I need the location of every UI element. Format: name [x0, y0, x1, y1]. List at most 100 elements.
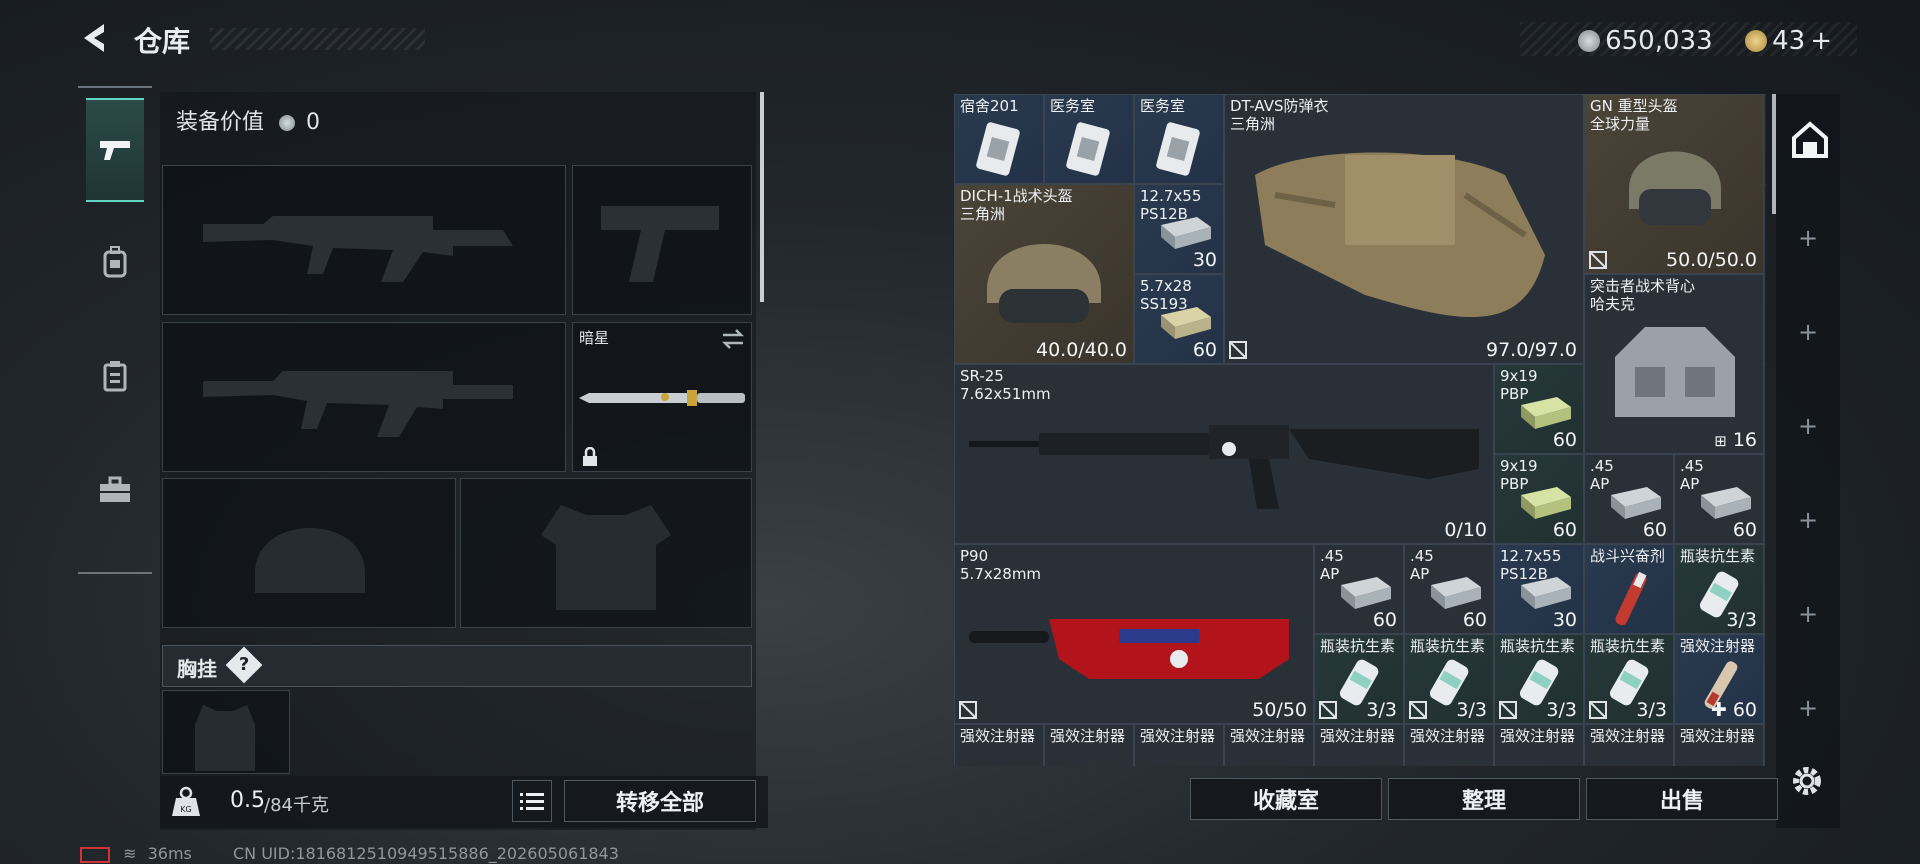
- grid-item-ammo[interactable]: 9x19 PBP 60: [1494, 454, 1584, 544]
- category-nav: [78, 86, 152, 574]
- ammo-box-icon: [1161, 307, 1211, 339]
- no-insure-icon: [1229, 341, 1247, 359]
- no-insure-icon: [1319, 701, 1337, 719]
- body-armor-icon: [1255, 152, 1545, 318]
- back-button[interactable]: [78, 20, 114, 56]
- primary-weapon-slot-2[interactable]: [162, 322, 566, 472]
- grid-item-vest[interactable]: 突击者战术背心 哈夫克 ⊞ 16: [1584, 274, 1764, 454]
- grid-item-ammo[interactable]: 5.7x28 SS193 60: [1134, 274, 1224, 364]
- grid-item[interactable]: 医务室: [1134, 94, 1224, 184]
- grid-item-medical[interactable]: 强效注射器: [1134, 724, 1224, 766]
- nav-weapons[interactable]: [86, 98, 144, 202]
- equipment-scrollbar[interactable]: [760, 92, 764, 302]
- grid-item-medical[interactable]: 战斗兴奋剂: [1584, 544, 1674, 634]
- grid-item-medical[interactable]: 强效注射器: [1044, 724, 1134, 766]
- helmet-silhouette-icon: [255, 528, 365, 593]
- grid-item-medical[interactable]: 瓶装抗生素 3/3: [1674, 544, 1764, 634]
- inventory-grid: 宿舍201 医务室 医务室 DT-AVS防弹衣 三角洲 97.0/97.0 GN…: [954, 94, 1766, 766]
- grid-item-medical[interactable]: 强效注射器: [954, 724, 1044, 766]
- nav-backpack[interactable]: [86, 212, 144, 312]
- primary-weapon-slot-1[interactable]: [162, 165, 566, 315]
- organize-button[interactable]: 整理: [1388, 778, 1580, 820]
- settings-button[interactable]: [1790, 764, 1824, 802]
- ammo-box-icon: [1161, 217, 1211, 249]
- grid-item-medical[interactable]: 强效注射器: [1584, 724, 1674, 766]
- grid-item-helmet[interactable]: DICH-1战术头盔 三角洲 40.0/40.0: [954, 184, 1134, 364]
- grid-item-medical[interactable]: 强效注射器: [1404, 724, 1494, 766]
- p90-smg-icon: [969, 619, 1289, 679]
- grid-item-medical[interactable]: 强效注射器: [1314, 724, 1404, 766]
- chest-rig-label: 胸挂: [177, 657, 217, 681]
- warehouse-icon: [1792, 121, 1828, 158]
- rifle-silhouette-icon: [203, 216, 513, 282]
- backpack-icon: [103, 246, 127, 278]
- grid-item-medical[interactable]: 瓶装抗生素 3/3: [1314, 634, 1404, 724]
- title-decoration: [210, 28, 425, 50]
- grid-item-medical[interactable]: 强效注射器: [1674, 724, 1764, 766]
- chest-rig-header: 胸挂 ?: [162, 645, 752, 687]
- currency2[interactable]: 43 +: [1745, 26, 1832, 56]
- grid-item-ammo[interactable]: 12.7x55 PS12B 30: [1494, 544, 1584, 634]
- add-storage-icon[interactable]: +: [1798, 506, 1818, 534]
- currency-add-icon[interactable]: +: [1810, 26, 1832, 56]
- list-view-button[interactable]: [512, 780, 552, 822]
- warehouse-tab[interactable]: [1790, 120, 1830, 164]
- status-bar: ≋ 36ms CN UID:1816812510949515886_202605…: [80, 844, 619, 863]
- grid-item-medical[interactable]: 瓶装抗生素 3/3: [1584, 634, 1674, 724]
- grid-item[interactable]: 医务室: [1044, 94, 1134, 184]
- chest-rig-slot[interactable]: [162, 690, 290, 774]
- no-insure-icon: [1589, 701, 1607, 719]
- grid-item-ammo[interactable]: .45 AP 60: [1674, 454, 1764, 544]
- nav-toolbox[interactable]: [86, 440, 144, 540]
- ammo-box-icon: [1701, 487, 1751, 519]
- grid-item-medical[interactable]: 瓶装抗生素 3/3: [1404, 634, 1494, 724]
- add-storage-icon[interactable]: +: [1798, 412, 1818, 440]
- grid-item-ammo[interactable]: 9x19 PBP 60: [1494, 364, 1584, 454]
- transfer-all-button[interactable]: 转移全部: [564, 780, 756, 822]
- add-storage-icon[interactable]: +: [1798, 318, 1818, 346]
- add-storage-icon[interactable]: +: [1798, 694, 1818, 722]
- nav-gear[interactable]: [86, 326, 144, 426]
- melee-name: 暗星: [579, 329, 610, 347]
- rifle-silhouette-icon: [203, 371, 513, 437]
- collection-room-button[interactable]: 收藏室: [1190, 778, 1382, 820]
- grid-item-ammo[interactable]: .45 AP 60: [1314, 544, 1404, 634]
- grid-item-ammo[interactable]: 12.7x55 PS12B 30: [1134, 184, 1224, 274]
- add-storage-icon[interactable]: +: [1798, 224, 1818, 252]
- grid-item-medical[interactable]: 瓶装抗生素 3/3: [1494, 634, 1584, 724]
- armor-slot[interactable]: [460, 478, 752, 628]
- no-insure-icon: [1409, 701, 1427, 719]
- ammo-box-icon: [1611, 487, 1661, 519]
- grid-item-medical[interactable]: 强效注射器: [1224, 724, 1314, 766]
- helmet-slot[interactable]: [162, 478, 456, 628]
- equipment-value-label: 装备价值: [176, 110, 265, 135]
- currency2-value: 43: [1772, 26, 1806, 56]
- grid-item-smg[interactable]: P90 5.7x28mm 50/50: [954, 544, 1314, 724]
- grid-item-rifle[interactable]: SR-25 7.62x51mm 0/10: [954, 364, 1494, 544]
- grid-item-armor[interactable]: DT-AVS防弹衣 三角洲 97.0/97.0: [1224, 94, 1584, 364]
- back-arrow-icon: [84, 24, 104, 52]
- toolbox-icon: [100, 476, 130, 502]
- sidearm-slot[interactable]: [572, 165, 752, 315]
- currency1-value: 650,033: [1605, 26, 1713, 56]
- grid-item[interactable]: 宿舍201: [954, 94, 1044, 184]
- help-icon[interactable]: ?: [225, 646, 263, 684]
- coin-silver-icon: [279, 115, 296, 131]
- list-icon: [520, 793, 544, 810]
- lock-icon: [583, 447, 597, 466]
- grid-item-medical[interactable]: 强效注射器 ✚ 60: [1674, 634, 1764, 724]
- grid-item-ammo[interactable]: .45 AP 60: [1584, 454, 1674, 544]
- equipment-value-amount: 0: [306, 110, 321, 135]
- sell-button[interactable]: 出售: [1586, 778, 1778, 820]
- swap-icon[interactable]: [721, 329, 745, 349]
- keycard-icon: [1066, 122, 1110, 176]
- uid-text: CN UID:1816812510949515886_202605061843: [232, 844, 619, 863]
- injector-qty: ✚ 60: [1710, 699, 1757, 721]
- melee-slot[interactable]: 暗星: [572, 322, 752, 472]
- storage-tabs: + + + + + +: [1776, 94, 1840, 828]
- grid-item-medical[interactable]: 强效注射器: [1494, 724, 1584, 766]
- grid-item-ammo[interactable]: .45 AP 60: [1404, 544, 1494, 634]
- battery-icon: [80, 846, 110, 863]
- add-storage-icon[interactable]: +: [1798, 600, 1818, 628]
- grid-item-helmet[interactable]: GN 重型头盔 全球力量 50.0/50.0: [1584, 94, 1764, 274]
